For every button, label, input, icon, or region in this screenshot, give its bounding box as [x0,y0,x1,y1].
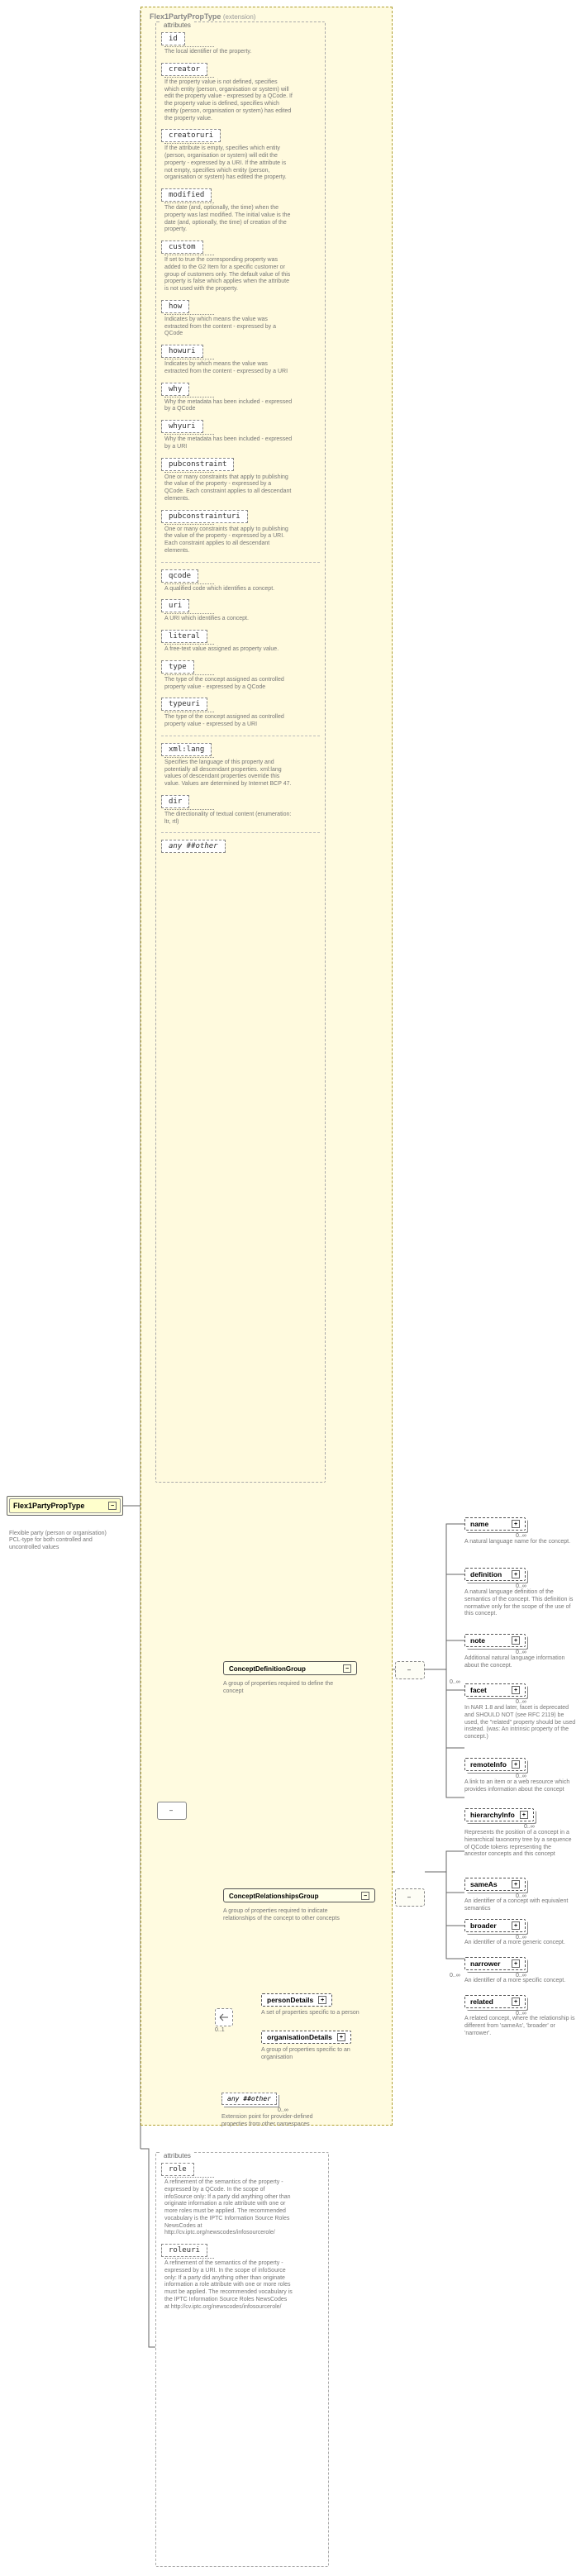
plus-icon[interactable]: + [337,2033,345,2041]
group-concept-definition[interactable]: ConceptDefinitionGroup− [223,1661,357,1675]
plus-icon[interactable]: + [512,1520,520,1528]
attributes-frame-1: attributes id The local identifier of th… [155,21,326,1483]
element-persondetails-desc: A set of properties specific to a person [261,2010,373,2017]
extension-type: Flex1PartyPropType [150,12,221,21]
attr-any-other: any ##other [161,840,226,853]
attributes-frame-2-label: attributes [161,2152,193,2159]
attr-howuri: howuri Indicates by which means the valu… [161,345,320,376]
plus-icon[interactable]: + [512,1997,520,2006]
sequence-gate-crg: ┉ [395,1888,425,1907]
attributes-frame-2: attributes role A refinement of the sema… [155,2152,329,2567]
element-name[interactable]: name+ [464,1517,526,1531]
plus-icon[interactable]: + [512,1686,520,1694]
attr-literal: literal A free-text value assigned as pr… [161,630,320,654]
attr-role: role A refinement of the semantics of th… [161,2163,323,2237]
plus-icon[interactable]: + [512,1636,520,1645]
plus-icon[interactable]: + [512,1921,520,1930]
attr-how: how Indicates by which means the value w… [161,300,320,338]
attr-xmllang: xml:lang Specifies the language of this … [161,743,320,788]
element-sameas[interactable]: sameAs+ [464,1878,526,1891]
element-definition-desc: A natural language definition of the sem… [464,1589,576,1618]
occurrence: 0..∞ [450,1679,460,1685]
attr-uri: uri A URI which identifies a concept. [161,599,320,623]
attr-id: id The local identifier of the property. [161,32,320,56]
choice-gate [215,2008,233,2026]
plus-icon[interactable]: + [512,1570,520,1578]
attr-creatoruri: creatoruri If the attribute is empty, sp… [161,129,320,182]
plus-icon[interactable]: + [318,1996,326,2004]
attr-dir: dir The directionality of textual conten… [161,795,320,826]
root-type-name: Flex1PartyPropType [13,1502,84,1510]
group-concept-relationships[interactable]: ConceptRelationshipsGroup− [223,1888,375,1902]
element-facet[interactable]: facet+ [464,1683,526,1697]
root-type-desc: Flexible party (person or organisation) … [7,1531,119,1551]
element-name-desc: A natural language name for the concept. [464,1539,576,1546]
attributes-frame-1-label: attributes [161,21,193,29]
attr-qcode: qcode A qualified code which identifies … [161,569,320,593]
element-facet-desc: In NAR 1.8 and later, facet is deprecate… [464,1705,576,1741]
element-note-desc: Additional natural language information … [464,1655,576,1670]
element-sameas-desc: An identifier of a concept with equivale… [464,1898,576,1913]
group-concept-relationships-desc: A group of properties required to indica… [223,1908,347,1923]
element-related[interactable]: related+ [464,1995,526,2008]
attr-whyuri: whyuri Why the metadata has been include… [161,420,320,451]
attr-pubconstrainturi: pubconstrainturi One or many constraints… [161,510,320,555]
sequence-gate-main: ┉ [157,1802,187,1820]
element-any-desc: Extension point for provider-defined pro… [221,2114,333,2129]
plus-icon[interactable]: + [512,1880,520,1888]
element-narrower[interactable]: narrower+ [464,1957,526,1970]
element-hierarchyinfo-desc: Represents the position of a concept in … [464,1830,572,1859]
minus-icon[interactable]: − [361,1892,369,1900]
extension-label: (extension) [223,13,256,21]
root-type[interactable]: Flex1PartyPropType − [7,1496,123,1516]
plus-icon[interactable]: + [512,1760,520,1769]
element-definition[interactable]: definition+ [464,1568,526,1581]
element-organisationdetails-desc: A group of properties specific to an org… [261,2047,373,2062]
attr-typeuri: typeuri The type of the concept assigned… [161,698,320,729]
element-persondetails[interactable]: personDetails+ [261,1993,332,2007]
extension-header: Flex1PartyPropType (extension) [145,11,388,22]
element-remoteinfo[interactable]: remoteInfo+ [464,1758,526,1771]
sequence-gate-cdg: ┉ [395,1661,425,1679]
element-any: any ##other [221,2093,277,2105]
group-concept-definition-desc: A group of properties required to define… [223,1681,347,1696]
element-broader-desc: An identifier of a more generic concept. [464,1940,576,1947]
element-remoteinfo-desc: A link to an item or a web resource whic… [464,1779,576,1794]
attr-custom: custom If set to true the corresponding … [161,240,320,293]
element-narrower-desc: An identifier of a more specific concept… [464,1978,576,1985]
plus-icon[interactable]: + [520,1811,528,1819]
attr-creator: creator If the property value is not def… [161,63,320,123]
attr-pubconstraint: pubconstraint One or many constraints th… [161,458,320,503]
attr-roleuri: roleuri A refinement of the semantics of… [161,2244,323,2311]
element-hierarchyinfo[interactable]: hierarchyInfo+ [464,1808,534,1821]
element-broader[interactable]: broader+ [464,1919,526,1932]
attr-type: type The type of the concept assigned as… [161,660,320,692]
element-related-desc: A related concept, where the relationshi… [464,2016,576,2037]
element-note[interactable]: note+ [464,1634,526,1647]
plus-icon[interactable]: + [512,1959,520,1968]
attr-modified: modified The date (and, optionally, the … [161,188,320,234]
minus-icon[interactable]: − [343,1664,351,1673]
attr-why: why Why the metadata has been included -… [161,383,320,414]
element-organisationdetails[interactable]: organisationDetails+ [261,2031,351,2044]
minus-icon[interactable]: − [108,1502,117,1510]
